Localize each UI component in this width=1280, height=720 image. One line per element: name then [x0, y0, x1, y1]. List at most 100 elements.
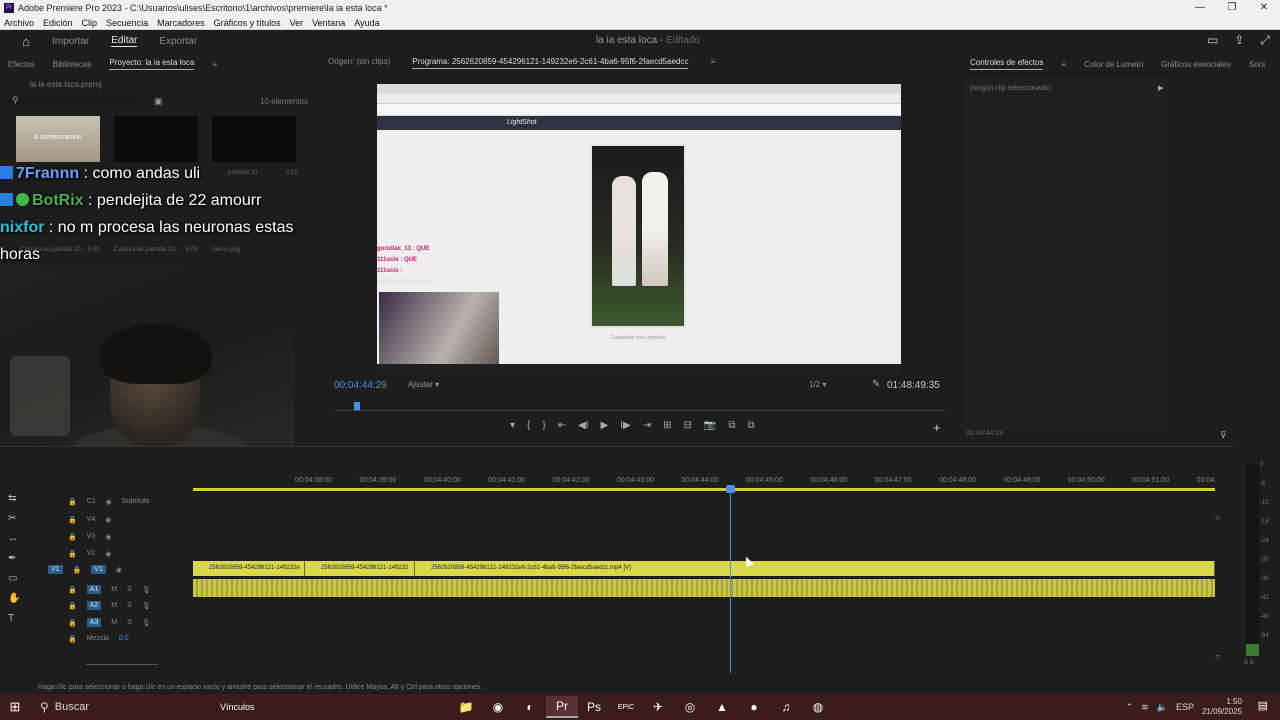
chrome-icon[interactable]: ● — [738, 696, 770, 718]
mute-button[interactable]: M — [111, 602, 117, 609]
volume-icon[interactable]: 🔈 — [1157, 702, 1168, 713]
panel-menu-icon[interactable]: ≡ — [1061, 60, 1066, 69]
track-id[interactable]: V1 — [91, 565, 106, 574]
tab-essential-graphics[interactable]: Gráficos esenciales — [1161, 60, 1231, 69]
tab-source-monitor[interactable]: Origen: (sin clips) — [328, 57, 390, 69]
mark-in-button[interactable]: { — [527, 420, 530, 431]
lock-icon[interactable]: 🔒 — [68, 635, 77, 643]
clock[interactable]: 1:50 21/09/2025 — [1202, 697, 1242, 717]
project-thumbnail[interactable] — [114, 116, 198, 162]
menu-graficos[interactable]: Gráficos y títulos — [214, 18, 281, 28]
menu-clip[interactable]: Clip — [82, 18, 98, 28]
track-id[interactable]: A1 — [86, 585, 102, 594]
solo-button[interactable]: S — [127, 602, 132, 609]
mic-icon[interactable]: 🎙 — [142, 602, 151, 610]
mic-icon[interactable]: 🎙 — [142, 619, 151, 627]
timeline-zoom-bar[interactable] — [86, 664, 158, 665]
rectangle-tool-icon[interactable]: ▭ — [8, 573, 28, 584]
project-thumbnail[interactable] — [212, 116, 296, 162]
tab-efectos[interactable]: Efectos — [8, 60, 35, 69]
eye-icon[interactable]: ◉ — [105, 550, 111, 558]
video-clip[interactable]: 2562620859-454296121-149232 — [305, 561, 415, 576]
timeline-playhead[interactable] — [726, 485, 735, 493]
notifications-icon[interactable]: ▤ — [1258, 699, 1268, 712]
epic-games-icon[interactable]: EPIC — [610, 696, 642, 718]
tab-lumetri[interactable]: Color de Lumetri — [1084, 60, 1143, 69]
language-indicator[interactable]: ESP — [1176, 702, 1194, 712]
scroll-handle[interactable]: ○ — [1215, 652, 1220, 661]
selection-tool-icon[interactable]: ⇆ — [8, 493, 28, 504]
solo-button[interactable]: S — [127, 619, 132, 626]
menu-marcadores[interactable]: Marcadores — [157, 18, 205, 28]
lock-icon[interactable]: 🔒 — [73, 566, 82, 574]
compare-button[interactable]: ⧉ — [728, 420, 735, 431]
project-thumbnail[interactable]: a comenzamos — [16, 116, 100, 162]
lock-icon[interactable]: 🔒 — [68, 498, 77, 506]
panel-menu-icon[interactable]: ≡ — [212, 60, 217, 69]
spotify-icon[interactable]: ♫ — [770, 696, 802, 718]
resolution-select[interactable]: 1/2 ▾ — [809, 380, 859, 389]
lift-button[interactable]: ⊞ — [663, 420, 671, 431]
go-to-in-button[interactable]: ⇤ — [558, 420, 566, 431]
tab-program-monitor[interactable]: Programa: 2562620859-454296121-149232e6-… — [412, 57, 689, 69]
track-id[interactable]: A3 — [86, 618, 102, 627]
solo-button[interactable]: S — [127, 586, 132, 593]
scrubber-playhead[interactable] — [354, 402, 360, 410]
play-button[interactable]: ▶ — [601, 420, 609, 431]
eye-icon[interactable]: ◉ — [105, 533, 111, 541]
text-tool-icon[interactable]: T — [8, 613, 28, 624]
home-icon[interactable]: ⌂ — [12, 34, 40, 49]
tab-sound[interactable]: Soni — [1249, 60, 1265, 69]
fit-select[interactable]: Ajustar ▾ — [408, 380, 458, 389]
tab-effect-controls[interactable]: Controles de efectos — [970, 58, 1044, 70]
menu-ver[interactable]: Ver — [290, 18, 304, 28]
photoshop-icon[interactable]: Ps — [578, 696, 610, 718]
wifi-icon[interactable]: ≋ — [1141, 702, 1149, 713]
timeline-ruler[interactable]: 00:04:38:00 00:04:39:00 00:04:40:00 00:04:4… — [193, 473, 1216, 493]
menu-archivo[interactable]: Archivo — [4, 18, 34, 28]
step-forward-button[interactable]: I▶ — [620, 420, 630, 431]
export-frame-button[interactable]: 📷 — [704, 420, 716, 431]
play-icon[interactable]: ▶ — [1158, 84, 1163, 92]
scroll-handle[interactable]: ○ — [1215, 513, 1220, 522]
slip-tool-icon[interactable]: ↔ — [8, 533, 28, 544]
brave-icon[interactable]: ▲ — [706, 696, 738, 718]
menu-edicion[interactable]: Edición — [43, 18, 73, 28]
tab-exportar[interactable]: Exportar — [159, 36, 197, 47]
fullscreen-icon[interactable]: ⤢ — [1260, 33, 1270, 48]
lock-icon[interactable]: 🔒 — [68, 602, 77, 610]
tab-proyecto[interactable]: Proyecto: la ia esta loca — [109, 58, 195, 70]
source-patch-v1[interactable]: V1 — [48, 565, 63, 574]
button-editor-button[interactable]: + — [933, 420, 941, 435]
minimize-button[interactable]: — — [1184, 0, 1216, 16]
solo-buttons[interactable]: S S — [1244, 660, 1254, 666]
menu-ayuda[interactable]: Ayuda — [354, 18, 379, 28]
mute-button[interactable]: M — [111, 586, 117, 593]
windows-start-icon[interactable]: ⊞ — [0, 699, 30, 715]
chevron-up-icon[interactable]: ⌃ — [1126, 702, 1134, 713]
vr-button[interactable]: ⧉ — [748, 420, 755, 431]
tab-editar[interactable]: Editar — [111, 35, 138, 47]
eye-icon[interactable]: ◉ — [116, 566, 122, 574]
work-area-bar[interactable] — [193, 488, 1215, 491]
panel-menu-icon[interactable]: ≡ — [710, 57, 715, 69]
program-scrubber[interactable] — [334, 402, 946, 416]
steam-icon[interactable]: ✈ — [642, 696, 674, 718]
edge-icon[interactable]: ◎ — [674, 696, 706, 718]
lock-icon[interactable]: 🔒 — [68, 533, 77, 541]
hand-tool-icon[interactable]: ✋ — [8, 593, 28, 604]
lock-icon[interactable]: 🔒 — [68, 550, 77, 558]
mark-out-button[interactable]: } — [542, 420, 545, 431]
tab-bibliotecas[interactable]: Bibliotecas — [53, 60, 92, 69]
taskbar-search[interactable]: ⚲ Buscar — [30, 696, 220, 718]
new-bin-icon[interactable]: ▣ — [154, 96, 163, 107]
mix-value[interactable]: 0,0 — [119, 635, 129, 642]
program-timecode[interactable]: 00:04:44:29 — [334, 380, 387, 391]
extract-button[interactable]: ⊟ — [684, 420, 692, 431]
eye-icon[interactable]: ◉ — [105, 516, 111, 524]
file-explorer-icon[interactable]: 📁 — [450, 696, 482, 718]
lock-icon[interactable]: 🔒 — [68, 619, 77, 627]
step-back-button[interactable]: ◀I — [578, 420, 588, 431]
premiere-icon[interactable]: Pr — [546, 696, 578, 718]
program-video-frame[interactable]: LightShot Capturado con Lightshot gonzil… — [377, 84, 901, 374]
